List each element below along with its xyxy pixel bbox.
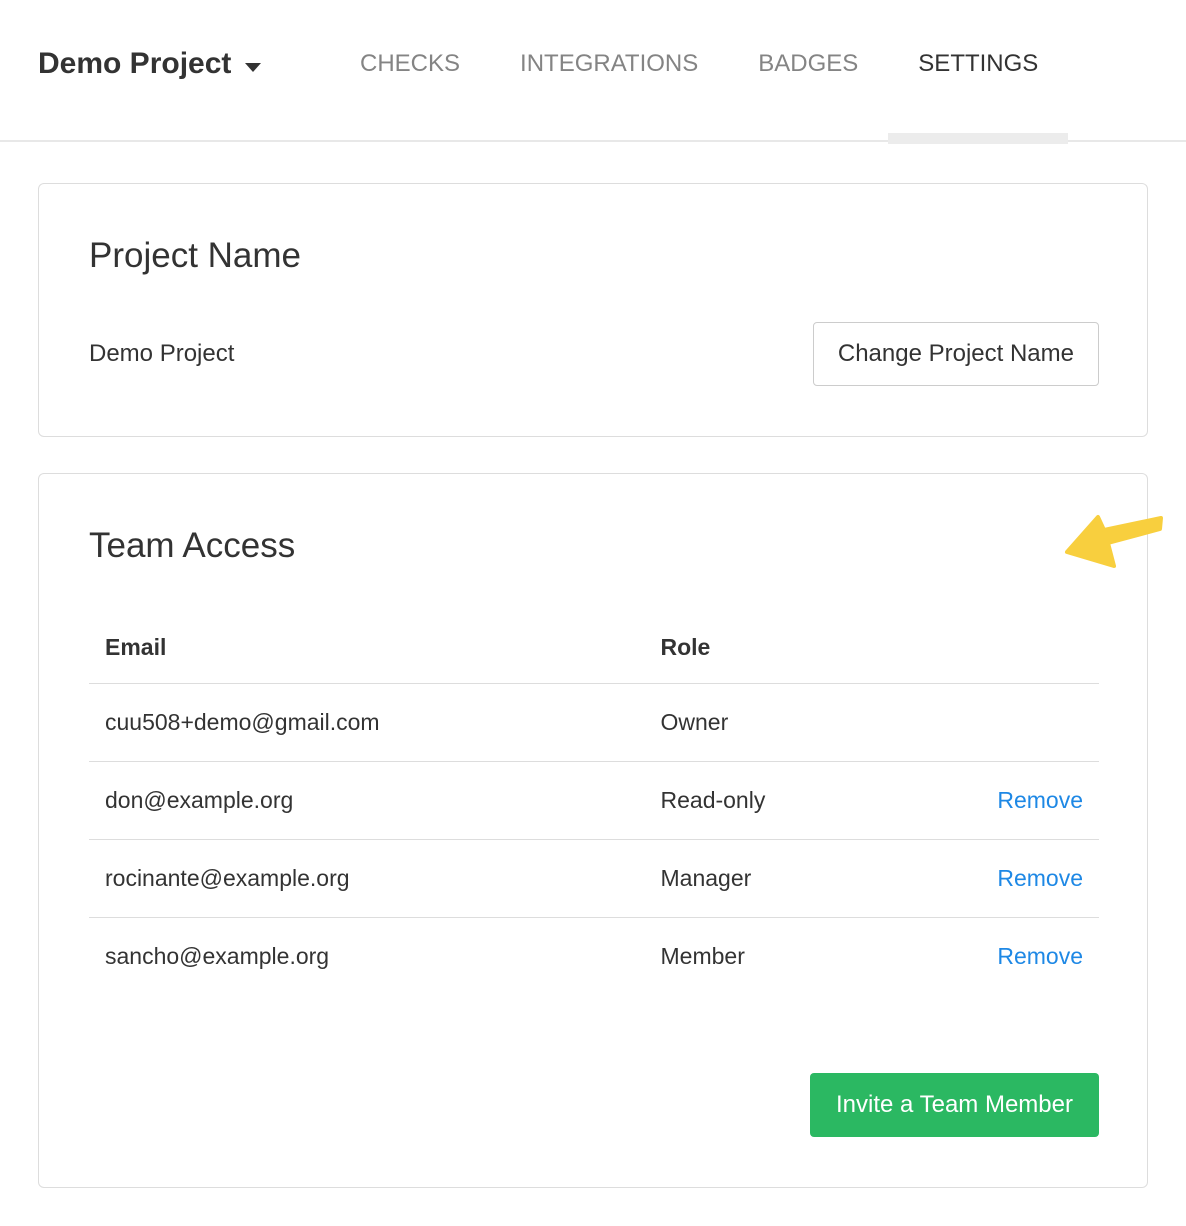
member-role: Member <box>645 918 948 996</box>
invite-row: Invite a Team Member <box>89 1073 1099 1137</box>
table-row: rocinante@example.orgManager Remove <box>89 840 1099 918</box>
member-email: don@example.org <box>89 762 645 840</box>
email-column-header: Email <box>89 618 645 684</box>
tab-integrations[interactable]: INTEGRATIONS <box>490 50 728 78</box>
project-name-row: Demo Project Change Project Name <box>89 322 1099 386</box>
member-action-cell: Remove <box>948 762 1100 840</box>
current-project-name: Demo Project <box>89 340 234 368</box>
remove-member-link[interactable]: Remove <box>997 787 1083 813</box>
page: { "header": { "project_switcher": { "lab… <box>0 0 1186 1226</box>
project-switcher-label: Demo Project <box>38 47 231 81</box>
change-project-name-button[interactable]: Change Project Name <box>813 322 1099 386</box>
member-email: sancho@example.org <box>89 918 645 996</box>
tab-checks[interactable]: CHECKS <box>330 50 490 78</box>
remove-member-link[interactable]: Remove <box>997 943 1083 969</box>
actions-column-header <box>948 618 1100 684</box>
team-access-card-title: Team Access <box>89 526 1099 566</box>
tab-settings[interactable]: SETTINGS <box>888 50 1068 78</box>
remove-member-link[interactable]: Remove <box>997 865 1083 891</box>
member-role: Owner <box>645 684 948 762</box>
team-access-card: Team Access Email Role cuu508+demo@gmail… <box>38 473 1148 1188</box>
project-name-card: Project Name Demo Project Change Project… <box>38 183 1148 437</box>
member-role: Read-only <box>645 762 948 840</box>
member-action-cell <box>948 684 1100 762</box>
main-nav: CHECKSINTEGRATIONSBADGESSETTINGS <box>330 50 1068 78</box>
table-row: cuu508+demo@gmail.comOwner <box>89 684 1099 762</box>
member-action-cell: Remove <box>948 918 1100 996</box>
project-name-card-title: Project Name <box>89 236 1099 276</box>
top-navigation-bar: Demo Project CHECKSINTEGRATIONSBADGESSET… <box>0 0 1186 142</box>
role-column-header: Role <box>645 618 948 684</box>
member-role: Manager <box>645 840 948 918</box>
invite-team-member-button[interactable]: Invite a Team Member <box>810 1073 1099 1137</box>
table-header: Email Role <box>89 618 1099 684</box>
table-row: don@example.orgRead-only Remove <box>89 762 1099 840</box>
tab-badges[interactable]: BADGES <box>728 50 888 78</box>
member-email: cuu508+demo@gmail.com <box>89 684 645 762</box>
caret-down-icon <box>245 63 261 72</box>
team-members-table: Email Role cuu508+demo@gmail.comOwnerdon… <box>89 618 1099 995</box>
project-switcher-dropdown[interactable]: Demo Project <box>38 47 261 81</box>
member-action-cell: Remove <box>948 840 1100 918</box>
member-email: rocinante@example.org <box>89 840 645 918</box>
table-row: sancho@example.orgMember Remove <box>89 918 1099 996</box>
